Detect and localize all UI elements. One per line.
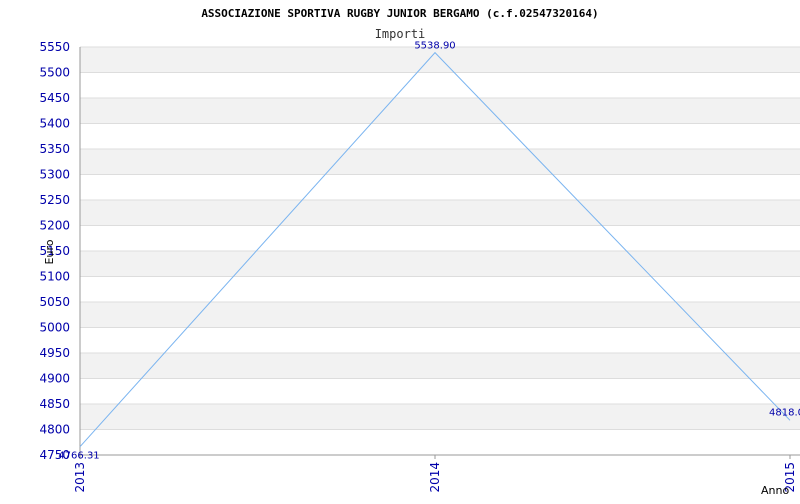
y-tick-label: 5400	[39, 117, 70, 131]
y-tick-label: 5250	[39, 193, 70, 207]
data-label: 4818.0	[769, 407, 800, 418]
grid-band	[80, 404, 800, 430]
data-label: 5538.90	[414, 41, 455, 52]
x-tick-label: 2013	[73, 462, 87, 493]
grid-band	[80, 251, 800, 277]
y-tick-label: 4900	[39, 372, 70, 386]
y-tick-label: 5050	[39, 295, 70, 309]
y-tick-label: 5300	[39, 168, 70, 182]
y-tick-label: 5450	[39, 91, 70, 105]
chart-subtitle: Importi	[375, 27, 426, 41]
y-tick-label: 5350	[39, 142, 70, 156]
grid-band	[80, 302, 800, 328]
grid-band	[80, 98, 800, 124]
y-axis-label: Euro	[43, 239, 56, 264]
chart-container: 4750 4800 4850 4900 4950 5000 5050 5100 5150 5200…	[0, 0, 800, 500]
y-tick-label: 5500	[39, 66, 70, 80]
background-bands	[80, 47, 800, 430]
y-tick-label: 5100	[39, 270, 70, 284]
x-axis-label: Anno	[761, 484, 789, 497]
x-tick-labels: 2013 2014 2015	[73, 455, 797, 493]
y-tick-label: 4950	[39, 346, 70, 360]
y-tick-label: 5200	[39, 219, 70, 233]
grid-band	[80, 200, 800, 226]
x-tick-label: 2014	[428, 462, 442, 493]
grid-band	[80, 353, 800, 379]
y-tick-label: 4850	[39, 397, 70, 411]
data-label: 4766.31	[58, 451, 99, 462]
y-tick-label: 5550	[39, 40, 70, 54]
y-tick-label: 5000	[39, 321, 70, 335]
grid-band	[80, 149, 800, 175]
line-chart: 4750480048504900495050005050510051505200…	[39, 7, 800, 497]
y-tick-label: 4800	[39, 423, 70, 437]
chart-title: ASSOCIAZIONE SPORTIVA RUGBY JUNIOR BERGA…	[201, 7, 598, 20]
